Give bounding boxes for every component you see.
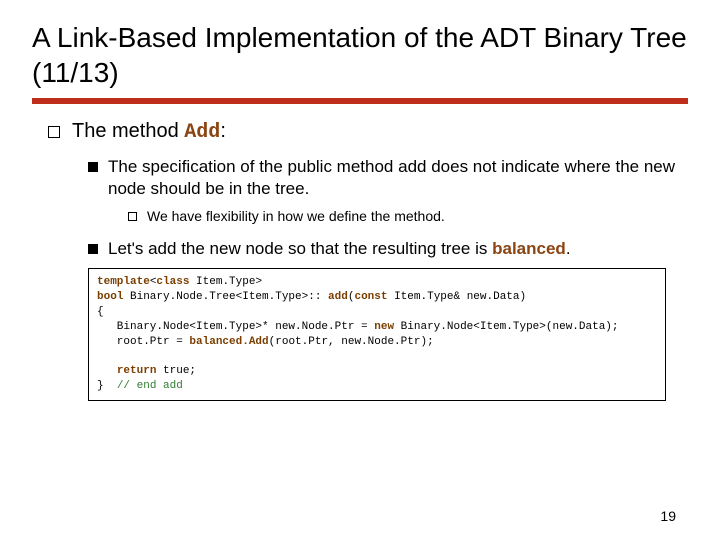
hollow-square-icon <box>128 212 137 221</box>
hollow-square-icon <box>48 126 60 138</box>
c: } <box>97 380 117 392</box>
bullet2-text: The specification of the public method a… <box>108 156 688 200</box>
c: Binary.Node<Item.Type>* new.Node.Ptr = <box>97 321 374 333</box>
kw: new <box>374 321 394 333</box>
bullet-level1: The method Add: <box>48 120 688 144</box>
c: Item.Type& new.Data) <box>387 291 526 303</box>
bullet-level2-a: The specification of the public method a… <box>88 156 688 200</box>
kw: add <box>328 291 348 303</box>
kw: return <box>117 365 157 377</box>
kw: bool <box>97 291 123 303</box>
bullet3-text: We have flexibility in how we define the… <box>147 208 445 224</box>
c: root.Ptr = <box>97 336 189 348</box>
kw: class <box>156 276 189 288</box>
solid-square-icon <box>88 162 98 172</box>
code-block: template<class Item.Type> bool Binary.No… <box>88 268 666 401</box>
b1-post: : <box>220 120 226 142</box>
bullet-level3: We have flexibility in how we define the… <box>128 208 688 224</box>
kw: const <box>354 291 387 303</box>
comment: // end add <box>117 380 183 392</box>
c: Item.Type> <box>189 276 262 288</box>
c: true; <box>156 365 196 377</box>
c: Binary.Node<Item.Type>(new.Data); <box>394 321 618 333</box>
page-number: 19 <box>660 508 676 524</box>
kw: balanced.Add <box>189 336 268 348</box>
solid-square-icon <box>88 244 98 254</box>
b4-post: . <box>566 239 571 258</box>
b1-code: Add <box>184 121 220 144</box>
bullet4-text: Let's add the new node so that the resul… <box>108 238 571 260</box>
b4-pre: Let's add the new node so that the resul… <box>108 239 492 258</box>
c: Binary.Node.Tree<Item.Type>:: <box>123 291 328 303</box>
bullet1-text: The method Add: <box>72 120 226 144</box>
bullet-level2-b: Let's add the new node so that the resul… <box>88 238 688 260</box>
b4-bold: balanced <box>492 239 566 258</box>
c: (root.Ptr, new.Node.Ptr); <box>269 336 434 348</box>
b1-pre: The method <box>72 120 184 142</box>
kw: template <box>97 276 150 288</box>
slide-title: A Link-Based Implementation of the ADT B… <box>32 20 688 90</box>
c <box>97 365 117 377</box>
title-underline <box>32 98 688 104</box>
c: { <box>97 306 104 318</box>
